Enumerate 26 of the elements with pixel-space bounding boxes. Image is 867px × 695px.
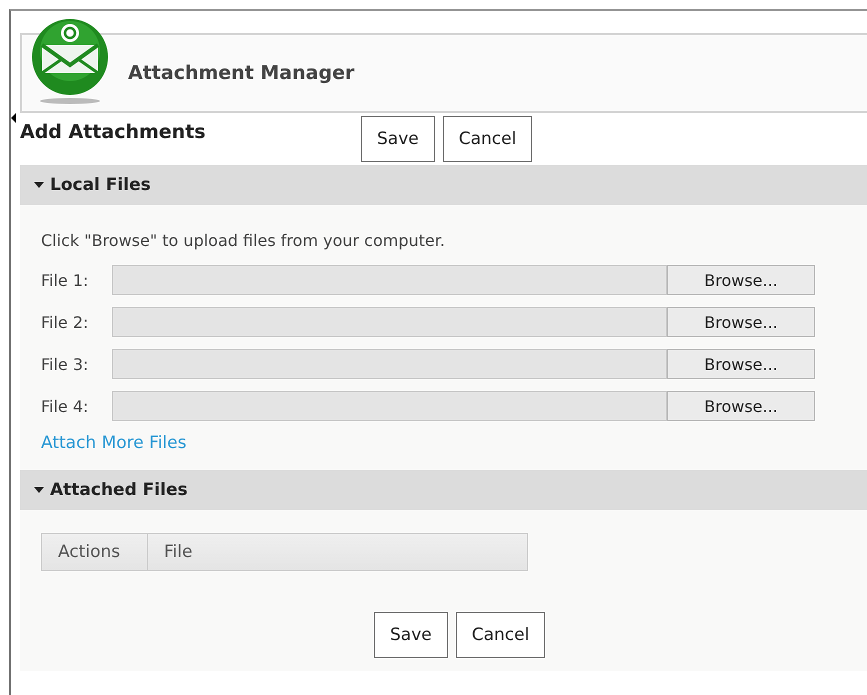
caret-icon [34, 180, 44, 190]
file-label: File 2: [41, 312, 90, 332]
save-button[interactable]: Save [361, 116, 435, 162]
browse-button[interactable]: Browse... [667, 391, 815, 421]
window-title: Attachment Manager [128, 62, 354, 84]
file-path-field[interactable] [112, 307, 667, 337]
page-title: Add Attachments [20, 121, 207, 143]
column-header: File [163, 541, 192, 564]
file-label: File 3: [41, 354, 90, 374]
instruction-text: Click "Browse" to upload files from your computer. [41, 231, 446, 250]
cancel-button[interactable]: Cancel [456, 612, 546, 658]
browse-button[interactable]: Browse... [667, 265, 815, 295]
cancel-button[interactable]: Cancel [442, 116, 532, 162]
section-header[interactable]: Attached Files [20, 470, 867, 510]
file-label: File 1: [41, 270, 90, 290]
file-path-field[interactable] [112, 349, 667, 379]
caret-icon [34, 485, 44, 495]
browse-button[interactable]: Browse... [667, 349, 815, 379]
file-path-field[interactable] [112, 391, 667, 421]
section-header[interactable]: Local Files [20, 165, 867, 205]
file-path-field[interactable] [112, 265, 667, 295]
column-header: Actions [42, 534, 148, 570]
browse-button[interactable]: Browse... [667, 307, 815, 337]
file-label: File 4: [41, 396, 90, 416]
collapse-arrow-icon[interactable] [11, 113, 16, 123]
save-button[interactable]: Save [374, 612, 448, 658]
